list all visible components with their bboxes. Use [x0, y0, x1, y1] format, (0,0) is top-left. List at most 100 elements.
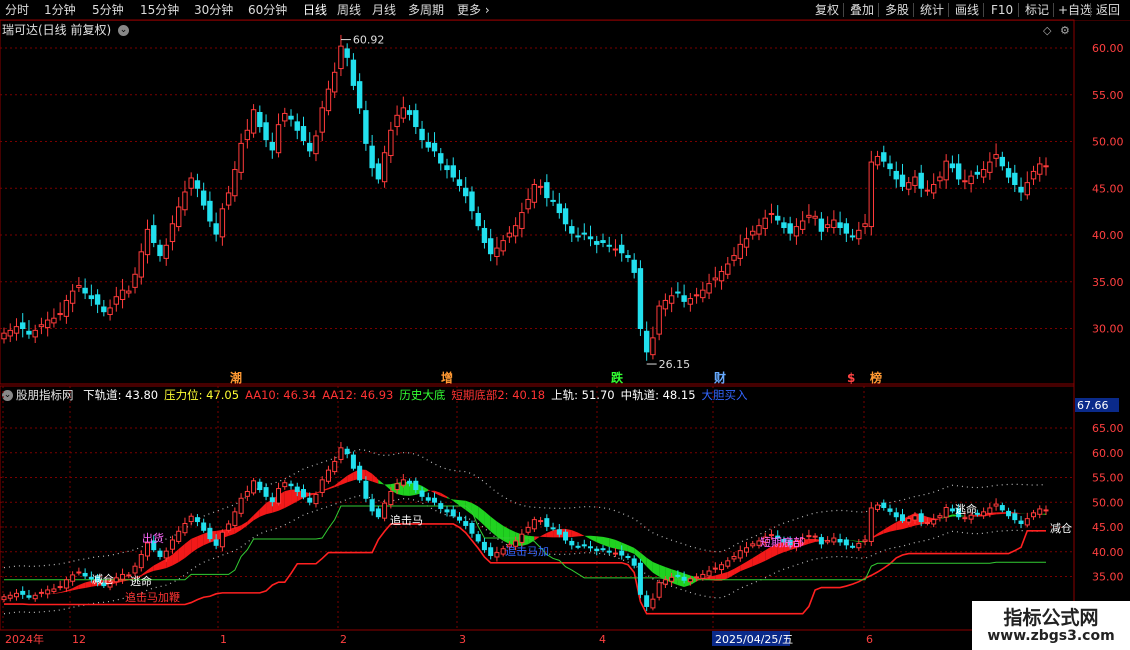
- indicator-candle-body: [750, 543, 756, 547]
- candle-body: [225, 192, 232, 206]
- candle-body: [756, 225, 762, 235]
- indicator-candle-body: [631, 558, 637, 566]
- candle-body: [581, 232, 587, 235]
- candle-body: [531, 184, 538, 203]
- candle-body: [313, 135, 319, 155]
- candle-body: [962, 180, 968, 183]
- trend-band-segment: [78, 582, 86, 589]
- indicator-candle-body: [263, 487, 269, 497]
- candle-body: [643, 330, 650, 353]
- indicator-candle-body: [38, 591, 44, 594]
- candle-body: [263, 122, 269, 141]
- trend-band-segment: [378, 479, 385, 485]
- indicator-candle-body: [837, 539, 843, 543]
- price-tick: 40.00: [1092, 229, 1124, 242]
- candle-body: [20, 322, 26, 330]
- indicator-candle-body: [338, 447, 344, 460]
- indicator-candle-body: [400, 479, 406, 486]
- date-tick: 12: [72, 633, 86, 646]
- candle-body: [463, 187, 469, 197]
- indicator-candle-body: [194, 517, 200, 523]
- trend-band-segment: [328, 485, 335, 490]
- indicator-candle-body: [588, 546, 594, 549]
- indicator-candle-body: [82, 572, 88, 577]
- indicator-candle-body: [169, 539, 175, 550]
- indicator-candle-body: [906, 518, 912, 523]
- indicator-candle-body: [600, 548, 606, 551]
- trend-band-segment: [646, 557, 653, 573]
- indicator-candle-body: [307, 497, 313, 503]
- candle-body: [662, 299, 669, 310]
- indicator-candle-body: [32, 594, 38, 600]
- indicator-candle-body: [57, 586, 63, 589]
- indicator-candle-body: [444, 509, 450, 513]
- candle-body: [606, 244, 612, 247]
- trend-band-segment: [596, 536, 603, 545]
- indicator-candle-body: [13, 592, 19, 598]
- trend-band-segment: [540, 532, 547, 538]
- trend-band-segment: [347, 472, 354, 483]
- candle-body: [444, 165, 450, 171]
- trend-band-segment: [746, 557, 753, 569]
- indicator-candle-body: [725, 560, 731, 567]
- indicator-tick: 55.00: [1092, 472, 1124, 485]
- gear-icon[interactable]: ⚙: [1060, 24, 1070, 37]
- candle-body: [350, 59, 357, 86]
- trend-band-segment: [484, 511, 491, 532]
- candle-body: [943, 160, 949, 181]
- candle-body: [737, 243, 743, 259]
- candle-body: [494, 247, 500, 258]
- indicator-candle-body: [363, 480, 369, 499]
- indicator-candle-body: [244, 490, 250, 497]
- candle-body: [650, 337, 656, 356]
- candle-body: [612, 248, 619, 251]
- candle-body: [924, 189, 931, 192]
- candle-body: [500, 240, 506, 252]
- trend-band-segment: [147, 565, 154, 574]
- candle-body: [207, 200, 213, 222]
- indicator-candle-body: [806, 535, 812, 538]
- indicator-candle-body: [413, 480, 419, 491]
- indicator-candle-body: [450, 509, 456, 517]
- indicator-candle-body: [157, 550, 163, 557]
- candle-body: [625, 255, 631, 258]
- trend-band-segment: [284, 489, 292, 508]
- candle-body: [893, 170, 899, 180]
- candle-body: [13, 326, 20, 334]
- indicator-candle-body: [257, 481, 263, 491]
- trend-band-segment: [471, 502, 479, 520]
- candle-body: [949, 163, 956, 169]
- indicator-candle-body: [300, 489, 306, 498]
- candle-body: [556, 203, 563, 214]
- indicator-candle-body: [207, 527, 213, 540]
- signal-label: 出货: [142, 531, 164, 545]
- candle-body: [232, 169, 238, 197]
- candle-body: [188, 177, 194, 189]
- indicator-candle-body: [987, 507, 993, 514]
- candle-body: [82, 287, 88, 294]
- candle-body: [874, 155, 881, 166]
- trend-band-segment: [428, 489, 435, 494]
- candle-body: [419, 128, 425, 141]
- candle-body: [282, 112, 288, 122]
- candle-body: [169, 223, 176, 243]
- candle-body: [775, 215, 781, 221]
- diamond-icon[interactable]: ◇: [1043, 24, 1052, 37]
- trend-band-segment: [621, 542, 628, 552]
- kline-chart: ◇ ⚙ 60.00 55.00 50.00 45.00 40.00 35.00 30.00 6…: [0, 19, 1124, 650]
- candle-body: [600, 240, 606, 243]
- indicator-candle-body: [226, 523, 232, 531]
- indicator-candle-body: [818, 537, 824, 545]
- candle-body: [937, 176, 943, 182]
- trend-band-segment: [578, 532, 585, 537]
- trend-band-segment: [247, 515, 254, 526]
- indicator-candle-body: [1012, 513, 1018, 521]
- candle-body: [388, 129, 394, 157]
- candle-body: [132, 273, 138, 288]
- event-mark: 榜: [870, 370, 882, 385]
- indicator-tick: 45.00: [1092, 521, 1124, 534]
- candle-body: [138, 251, 144, 278]
- indicator-candle-body: [419, 490, 425, 497]
- indicator-candle-body: [176, 530, 182, 542]
- candle-body: [906, 182, 912, 190]
